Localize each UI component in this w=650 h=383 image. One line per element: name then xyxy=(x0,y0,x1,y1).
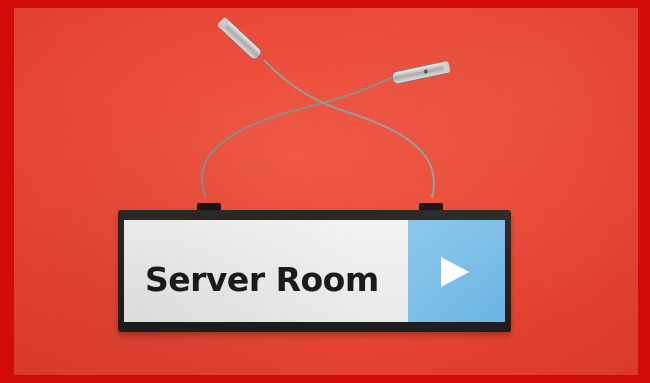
arrow-panel xyxy=(408,220,505,322)
sign-face: Server Room xyxy=(124,220,505,322)
ferrule-left xyxy=(217,17,262,60)
image-frame: Server Room xyxy=(0,0,650,383)
cable-left xyxy=(200,75,397,199)
door-sign: Server Room xyxy=(118,210,511,332)
ferrule-right xyxy=(391,61,451,84)
photo: Server Room xyxy=(14,8,638,375)
sign-label: Server Room xyxy=(145,260,379,299)
play-icon xyxy=(441,257,469,287)
